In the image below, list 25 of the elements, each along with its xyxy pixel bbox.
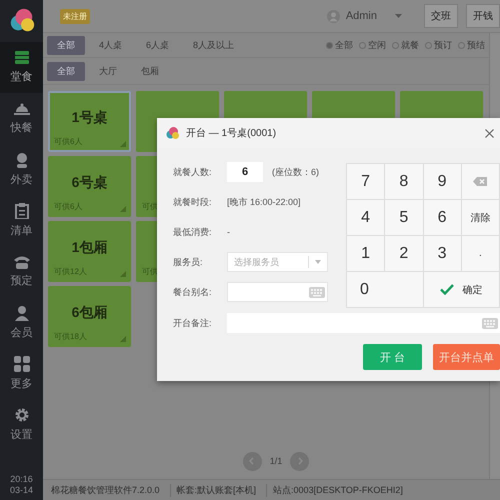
table-name: 6号桌	[70, 174, 108, 192]
status-text: 棉花糖餐饮管理软件7.2.0.0	[45, 484, 171, 496]
status-text: 站点:0003[DESKTOP-FKOEHI2]	[272, 484, 404, 496]
table-name: 1号桌	[70, 109, 108, 127]
page-indicator: 1/1	[270, 456, 282, 466]
status-text: 帐套:默认账套[本机]	[170, 484, 268, 496]
table-capacity: 可供6人	[54, 136, 82, 147]
field-value: [晚市 16:00-22:00]	[227, 196, 301, 208]
table-capacity: 可供12人	[54, 266, 87, 277]
table-name: 1包厢	[70, 239, 108, 257]
field-label: 最低消费:	[173, 226, 213, 238]
field-label: 开台备注:	[173, 316, 213, 330]
field-label: 服务员:	[173, 256, 204, 268]
field-value: -	[227, 227, 230, 237]
table-name: 6包厢	[70, 304, 108, 322]
unregistered-badge: 未注册	[60, 8, 90, 24]
clock-date: 03-14	[10, 485, 34, 496]
field-label: 餐台别名:	[173, 286, 213, 298]
table-capacity: 可供18人	[54, 331, 87, 342]
clock-time: 20:16	[10, 474, 34, 485]
dialog-title: 开台 — 1号桌(0001)	[186, 126, 276, 140]
field-label: 就餐时段:	[173, 196, 213, 208]
table-capacity: 可供6人	[54, 201, 82, 212]
field-label: 就餐人数:	[173, 166, 213, 178]
seat-count: (座位数：6)	[272, 166, 319, 178]
